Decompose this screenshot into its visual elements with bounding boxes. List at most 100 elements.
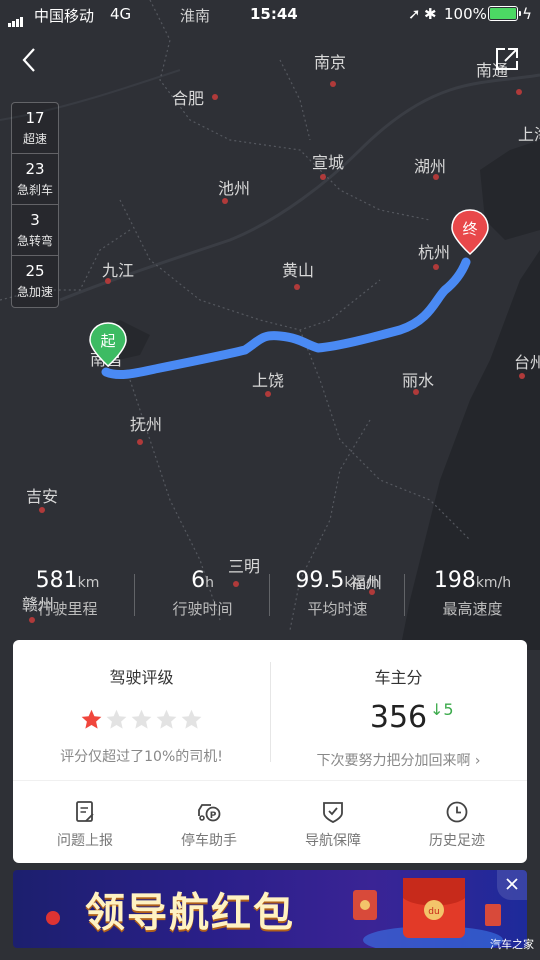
promo-banner[interactable]: du 领导航红包	[13, 870, 527, 948]
watermark: 汽车之家	[490, 938, 534, 951]
summary-unit: km/h	[344, 575, 380, 591]
event-label: 急转弯	[16, 234, 53, 248]
report-icon	[76, 801, 94, 822]
back-button[interactable]	[16, 44, 44, 76]
city-label: 上海	[518, 126, 540, 144]
event-count: 23	[25, 160, 45, 178]
end-label: 终	[462, 220, 477, 238]
clock-icon	[446, 801, 468, 823]
action-label: 导航保障	[305, 833, 361, 849]
city-label: 南京	[314, 54, 346, 72]
event-count: 17	[25, 109, 45, 127]
charging-icon: ϟ	[522, 5, 532, 23]
summary-distance: 581km 行驶里程	[0, 568, 135, 619]
score-display: 356 ↓5	[270, 700, 527, 736]
event-label: 急刹车	[16, 183, 53, 197]
summary-label: 平均时速	[307, 600, 368, 618]
summary-value: 198	[433, 568, 476, 593]
rating-title: 驾驶评级	[109, 668, 174, 687]
start-label: 起	[100, 332, 115, 350]
rating-note: 评分仅超过了10%的司机!	[60, 749, 223, 765]
event-label: 超速	[22, 132, 47, 146]
city-label: 合肥	[172, 90, 204, 108]
history-button[interactable]: 历史足迹	[393, 800, 521, 850]
banner-title: 领导航红包	[85, 890, 295, 936]
location-arrow-icon: ➚	[408, 5, 421, 23]
summary-value: 6	[191, 568, 206, 593]
action-label: 停车助手	[181, 833, 237, 849]
event-label: 急加速	[16, 285, 53, 299]
summary-max-speed: 198km/h 最高速度	[405, 568, 540, 619]
network-type: 4G	[110, 5, 132, 23]
map-label-huainan: 淮南	[180, 7, 211, 25]
score-delta: ↓5	[430, 700, 454, 719]
share-icon	[496, 48, 518, 70]
owner-score-note-link[interactable]: 下次要努力把分加回来啊 ›	[270, 750, 527, 770]
city-label: 吉安	[26, 488, 58, 506]
city-label: 九江	[102, 262, 134, 280]
owner-score-title: 车主分	[374, 668, 423, 687]
chevron-left-icon	[22, 48, 35, 72]
action-label: 问题上报	[57, 833, 113, 849]
summary-label: 行驶里程	[37, 600, 98, 618]
clock: 15:44	[250, 5, 298, 23]
summary-label: 行驶时间	[172, 600, 233, 618]
summary-value: 99.5	[295, 568, 345, 593]
city-label: 池州	[218, 180, 250, 198]
owner-score-note: 下次要努力把分加回来啊	[316, 753, 471, 769]
star-empty-icon	[156, 709, 177, 729]
svg-text:du: du	[428, 907, 439, 917]
battery-percent: 100%	[444, 5, 487, 23]
chevron-right-icon: ›	[474, 753, 481, 769]
summary-label: 最高速度	[442, 600, 503, 618]
driving-rating[interactable]: 驾驶评级 评分仅超过了10%的司机!	[13, 640, 270, 780]
status-bar: 中国移动 4G 淮南 15:44 ➚ ✱ 100% ϟ	[0, 0, 540, 28]
driving-events-panel: 17 超速 23 急刹车 3 急转弯 25 急加速	[11, 102, 59, 308]
event-rapid-accel[interactable]: 25 急加速	[12, 256, 58, 307]
summary-unit: h	[205, 575, 214, 591]
event-count: 3	[30, 211, 40, 229]
city-label: 上饶	[252, 372, 284, 390]
event-speeding[interactable]: 17 超速	[12, 103, 58, 154]
score-value: 356	[369, 700, 428, 735]
action-label: 历史足迹	[429, 833, 485, 849]
event-sharp-turn[interactable]: 3 急转弯	[12, 205, 58, 256]
bluetooth-icon: ✱	[424, 5, 437, 23]
city-label: 宣城	[312, 154, 344, 172]
shield-check-icon	[323, 802, 343, 823]
event-hard-braking[interactable]: 23 急刹车	[12, 154, 58, 205]
report-issue-button[interactable]: 问题上报	[21, 800, 149, 850]
city-label: 湖州	[414, 158, 446, 176]
battery-fill	[490, 8, 516, 19]
summary-unit: km	[77, 575, 100, 591]
city-label: 抚州	[130, 416, 162, 434]
summary-value: 581	[35, 568, 78, 593]
rating-card: 驾驶评级 评分仅超过了10%的司机! 车主分 356 ↓5 下次要努力把分加回来…	[13, 640, 527, 863]
parking-assistant-button[interactable]: P 停车助手	[145, 800, 273, 850]
svg-text:P: P	[210, 811, 217, 821]
city-label: 黄山	[282, 262, 314, 280]
close-banner-button[interactable]	[497, 870, 527, 900]
city-label: 丽水	[402, 372, 434, 390]
battery-icon	[488, 6, 521, 21]
event-count: 25	[25, 262, 45, 280]
star-empty-icon	[181, 709, 202, 729]
summary-unit: km/h	[475, 575, 512, 591]
city-label: 杭州	[418, 244, 450, 262]
city-label: 台州	[514, 354, 540, 372]
star-rating	[13, 708, 270, 732]
divider	[13, 780, 527, 781]
action-bar: 问题上报 P 停车助手 导航保障 历史足迹	[13, 800, 527, 850]
star-empty-icon	[106, 709, 127, 729]
signal-icon	[8, 9, 24, 27]
owner-score[interactable]: 车主分 356 ↓5 下次要努力把分加回来啊 ›	[270, 640, 527, 780]
close-icon	[506, 878, 518, 890]
navigation-guarantee-button[interactable]: 导航保障	[269, 800, 397, 850]
trip-summary: 581km 行驶里程 6h 行驶时间 99.5km/h 平均时速 198km/h…	[0, 568, 540, 628]
carrier-name: 中国移动	[34, 7, 95, 25]
summary-avg-speed: 99.5km/h 平均时速	[270, 568, 405, 619]
parking-icon: P	[198, 804, 221, 822]
star-empty-icon	[131, 709, 152, 729]
star-filled-icon	[81, 709, 102, 729]
share-button[interactable]	[494, 46, 520, 72]
